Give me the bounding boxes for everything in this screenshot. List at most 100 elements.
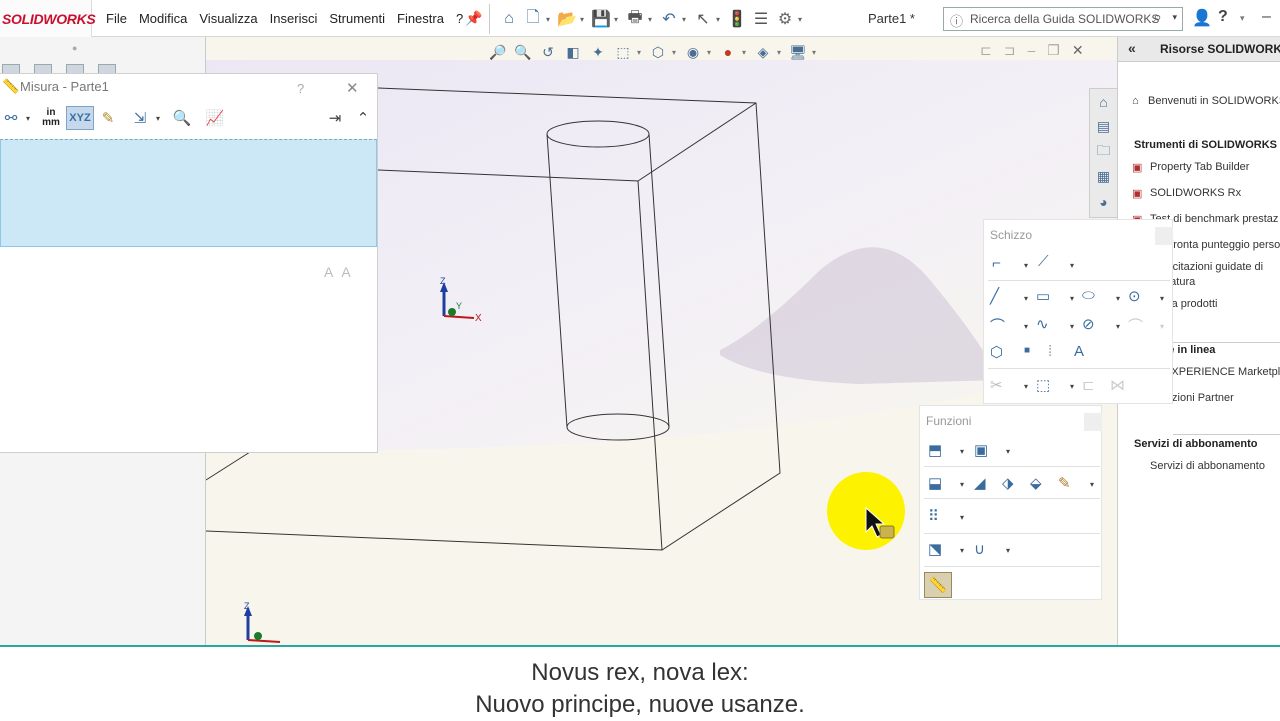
zoom-to-fit-icon[interactable]: 🔎 (487, 41, 509, 63)
edit-appearance-icon[interactable]: ● (717, 41, 739, 63)
point-to-point-icon[interactable]: ✎ (96, 106, 120, 130)
polygon-icon[interactable]: ⬡ (990, 343, 1003, 361)
chevron-down-icon[interactable]: ▾ (742, 48, 749, 57)
chevron-down-icon[interactable]: ▾ (812, 48, 819, 57)
chevron-down-icon[interactable]: ▾ (1006, 447, 1010, 456)
rectangle-icon[interactable]: ▭ (1036, 287, 1050, 305)
fillet-feature-icon[interactable]: ⬓ (928, 474, 942, 492)
chevron-down-icon[interactable]: ▾ (960, 480, 964, 489)
chevron-down-icon[interactable]: ▾ (26, 106, 30, 130)
chevron-down-icon[interactable]: ▾ (1070, 382, 1074, 391)
chevron-down-icon[interactable]: ▾ (546, 15, 554, 24)
minimize-icon[interactable]: – (1027, 42, 1035, 59)
previous-view-icon[interactable]: ↺ (537, 41, 559, 63)
menu-modifica[interactable]: Modifica (133, 11, 193, 26)
welcome-link[interactable]: Benvenuti in SOLIDWORKS (1148, 95, 1280, 107)
curves-icon[interactable]: ∪ (974, 540, 985, 558)
chevron-down-icon[interactable]: ▾ (1024, 322, 1028, 331)
arc-circle-options-icon[interactable]: ⚯ (0, 106, 22, 130)
extruded-boss-icon[interactable]: ⬒ (928, 441, 942, 459)
flyout-close-button[interactable] (1084, 413, 1102, 431)
chevron-down-icon[interactable]: ▾ (707, 48, 714, 57)
xyz-measure-button[interactable]: XYZ (66, 106, 94, 130)
select-pointer-icon[interactable]: ↖ (692, 8, 714, 30)
ellipse-icon[interactable]: ⊘ (1082, 315, 1095, 333)
chevron-down-icon[interactable]: ▾ (580, 15, 588, 24)
measurement-history-icon[interactable]: 🔍 (170, 106, 194, 130)
view-palette-icon[interactable]: ▦ (1090, 164, 1117, 189)
solidworks-logo[interactable]: SOLIDWORKS (0, 0, 96, 37)
flyout-close-button[interactable] (1155, 227, 1173, 245)
options-gear-icon[interactable]: ⚙ (774, 8, 796, 30)
appearances-icon[interactable]: ◕ (1090, 189, 1117, 214)
text-icon[interactable]: A (1074, 343, 1084, 360)
chevron-down-icon[interactable]: ▾ (1024, 261, 1028, 270)
draft-icon[interactable]: ⬗ (1002, 474, 1014, 492)
help-search-input[interactable]: ⓘ Ricerca della Guida SOLIDWORKS ⌕ ▾ (943, 7, 1183, 31)
linear-pattern-icon[interactable]: ⠿ (928, 507, 939, 525)
arc-icon[interactable]: ⌒ (990, 315, 1005, 336)
extruded-cut-icon[interactable]: ▣ (974, 441, 988, 459)
chevron-down-icon[interactable]: ▾ (1070, 261, 1074, 270)
help-icon[interactable]: ? (1218, 8, 1228, 26)
chevron-down-icon[interactable]: ▾ (1116, 322, 1120, 331)
view-settings-icon[interactable]: 🖥 (787, 41, 809, 63)
solidworks-rx-link[interactable]: SOLIDWORKS Rx (1150, 187, 1241, 199)
new-document-icon[interactable]: 🗋 (522, 8, 544, 30)
chevron-down-icon[interactable]: ▾ (1006, 546, 1010, 555)
wrap-icon[interactable]: ✎ (1058, 474, 1071, 492)
measurement-results-box[interactable] (0, 139, 377, 247)
print-icon[interactable]: 🖶 (624, 8, 646, 30)
chevron-down-icon[interactable]: ▾ (156, 106, 160, 130)
restore-right-icon[interactable]: ⊐ (1004, 42, 1016, 59)
open-folder-icon[interactable]: 📂 (556, 8, 578, 30)
chevron-down-icon[interactable]: ▾ (1240, 13, 1245, 24)
line-icon[interactable]: ╱ (990, 287, 999, 305)
convert-entities-icon[interactable]: ⬚ (1036, 376, 1050, 394)
chevron-down-icon[interactable]: ▾ (960, 447, 964, 456)
resources-home-icon[interactable]: ⌂ (1090, 89, 1117, 114)
apply-scene-icon[interactable]: ◈ (752, 41, 774, 63)
menu-visualizza[interactable]: Visualizza (193, 11, 263, 26)
chevron-down-icon[interactable]: ▾ (798, 15, 806, 24)
restore-left-icon[interactable]: ⊏ (980, 42, 992, 59)
file-properties-icon[interactable]: ☰ (750, 8, 772, 30)
maximize-icon[interactable]: ❐ (1047, 42, 1060, 59)
zoom-to-area-icon[interactable]: 🔍 (512, 41, 534, 63)
user-account-icon[interactable]: 👤 (1192, 8, 1212, 28)
chevron-down-icon[interactable]: ▾ (1070, 322, 1074, 331)
chevron-down-icon[interactable]: ▾ (648, 15, 656, 24)
chevron-down-icon[interactable]: ▾ (1116, 294, 1120, 303)
circle-icon[interactable]: ⊙ (1128, 287, 1141, 305)
close-icon[interactable]: ✕ (1072, 42, 1084, 59)
chevron-down-icon[interactable]: ▾ (1090, 480, 1094, 489)
pin-icon[interactable]: ⇥ (325, 106, 345, 130)
shell-icon[interactable]: ⬙ (1030, 474, 1042, 492)
dynamic-annotation-icon[interactable]: ✦ (587, 41, 609, 63)
offset-entities-icon[interactable]: ⊏ (1082, 376, 1095, 394)
save-icon[interactable]: 💾 (590, 8, 612, 30)
menu-strumenti[interactable]: Strumenti (323, 11, 391, 26)
point-icon[interactable]: ■ (1024, 345, 1030, 356)
section-view-icon[interactable]: ◧ (562, 41, 584, 63)
chevron-down-icon[interactable]: ▾ (672, 48, 679, 57)
menu-file[interactable]: File (100, 11, 133, 26)
chevron-down-icon[interactable]: ▾ (1160, 322, 1164, 331)
trim-entities-icon[interactable]: ✂ (990, 376, 1003, 394)
units-precision-button[interactable]: in mm (38, 106, 64, 130)
chevron-down-icon[interactable]: ▾ (614, 15, 622, 24)
chevron-down-icon[interactable]: ▾ (682, 15, 690, 24)
chevron-down-icon[interactable]: ▾ (1172, 12, 1177, 23)
chevron-down-icon[interactable]: ▾ (1024, 382, 1028, 391)
file-explorer-icon[interactable]: 🗀 (1090, 139, 1117, 164)
centerline-icon[interactable]: ⁞ (1048, 343, 1052, 360)
collapse-pane-icon[interactable]: « (1128, 40, 1136, 56)
chevron-down-icon[interactable]: ▾ (716, 15, 724, 24)
smart-dimension-icon[interactable]: ⟋ (1038, 253, 1049, 270)
create-sensor-icon[interactable]: 📈 (203, 106, 227, 130)
slot-icon[interactable]: ⬭ (1082, 287, 1095, 304)
undo-icon[interactable]: ↶ (658, 8, 680, 30)
hide-show-items-icon[interactable]: ◉ (682, 41, 704, 63)
mirror-entities-icon[interactable]: ⋈ (1110, 376, 1125, 394)
chevron-down-icon[interactable]: ▾ (1160, 294, 1164, 303)
